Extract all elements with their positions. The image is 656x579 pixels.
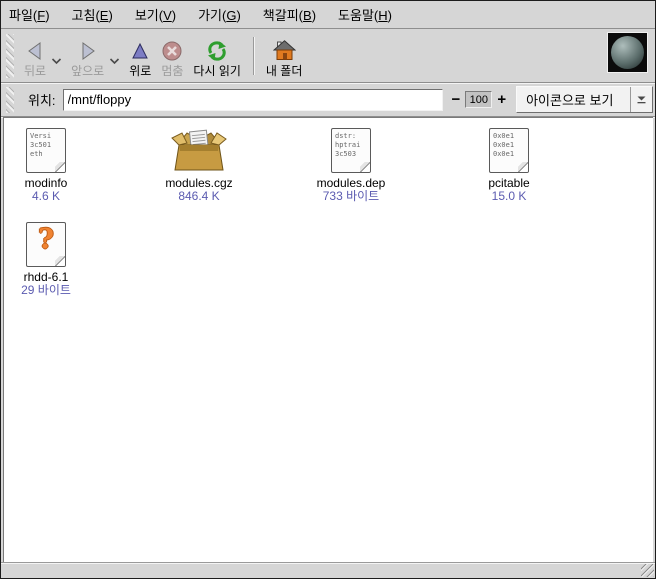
file-size: 846.4 K bbox=[178, 190, 219, 203]
forward-arrow-icon bbox=[78, 38, 98, 64]
up-button[interactable]: 위로 bbox=[124, 32, 156, 80]
file-item-rhdd[interactable]: ? rhdd-6.1 29 바이트 bbox=[3, 220, 111, 297]
forward-button[interactable]: 앞으로 bbox=[66, 32, 109, 80]
file-manager-window: 파일(F) 고침(E) 보기(V) 가기(G) 책갈피(B) 도움말(H) 뒤로 bbox=[0, 0, 656, 579]
menu-edit[interactable]: 고침(E) bbox=[72, 5, 113, 24]
status-bar bbox=[1, 562, 655, 578]
menu-help[interactable]: 도움말(H) bbox=[338, 5, 392, 24]
text-document-icon: Versi3c501eth bbox=[26, 128, 66, 173]
toolbar: 뒤로 앞으로 위로 bbox=[1, 29, 655, 83]
menubar: 파일(F) 고침(E) 보기(V) 가기(G) 책갈피(B) 도움말(H) bbox=[1, 1, 655, 29]
text-document-icon: dstr:hptrai3c503 bbox=[331, 128, 371, 173]
throbber bbox=[607, 32, 648, 73]
stop-icon bbox=[161, 38, 183, 64]
folded-corner bbox=[518, 162, 529, 173]
file-size: 4.6 K bbox=[32, 190, 60, 203]
file-size: 15.0 K bbox=[492, 190, 527, 203]
throbber-sphere-icon bbox=[611, 36, 644, 69]
file-item-modinfo[interactable]: Versi3c501eth modinfo 4.6 K bbox=[3, 126, 111, 203]
menu-file[interactable]: 파일(F) bbox=[9, 5, 50, 24]
location-input[interactable] bbox=[63, 89, 443, 111]
toolbar-drag-handle[interactable] bbox=[6, 34, 14, 78]
package-icon bbox=[170, 128, 228, 173]
location-bar-drag-handle[interactable] bbox=[6, 87, 14, 113]
back-history-chevron-icon[interactable] bbox=[51, 57, 62, 65]
back-button[interactable]: 뒤로 bbox=[19, 32, 51, 80]
file-item-pcitable[interactable]: 0x0e10x0e10x0e1 pcitable 15.0 K bbox=[444, 126, 574, 203]
menu-view[interactable]: 보기(V) bbox=[135, 5, 176, 24]
home-icon bbox=[273, 38, 296, 64]
zoom-out-button[interactable]: − bbox=[452, 93, 461, 107]
zoom-controls: − 100 + bbox=[452, 91, 507, 108]
text-document-icon: 0x0e10x0e10x0e1 bbox=[489, 128, 529, 173]
folded-corner bbox=[55, 256, 66, 267]
unknown-document-icon: ? bbox=[26, 222, 66, 267]
folded-corner bbox=[55, 162, 66, 173]
menu-go[interactable]: 가기(G) bbox=[198, 5, 241, 24]
file-size: 733 바이트 bbox=[323, 190, 379, 203]
home-button[interactable]: 내 폴더 bbox=[261, 32, 307, 80]
stop-button[interactable]: 멈춤 bbox=[156, 32, 188, 80]
location-bar: 위치: − 100 + 아이콘으로 보기 bbox=[1, 83, 655, 117]
file-view[interactable]: Versi3c501eth modinfo 4.6 K bbox=[3, 117, 653, 562]
up-arrow-icon bbox=[130, 38, 150, 64]
folded-corner bbox=[360, 162, 371, 173]
reload-button[interactable]: 다시 읽기 bbox=[188, 32, 246, 80]
chevron-down-icon bbox=[637, 95, 646, 104]
file-item-modules-dep[interactable]: dstr:hptrai3c503 modules.dep 733 바이트 bbox=[286, 126, 416, 203]
view-mode-selected: 아이콘으로 보기 bbox=[517, 90, 630, 109]
forward-history-chevron-icon[interactable] bbox=[109, 57, 120, 65]
file-item-modules-cgz[interactable]: modules.cgz 846.4 K bbox=[134, 126, 264, 203]
question-mark-glyph: ? bbox=[27, 224, 65, 255]
file-size: 29 바이트 bbox=[21, 284, 71, 297]
toolbar-separator bbox=[253, 37, 254, 75]
menu-bookmarks[interactable]: 책갈피(B) bbox=[263, 5, 316, 24]
reload-icon bbox=[205, 38, 229, 64]
back-arrow-icon bbox=[25, 38, 45, 64]
view-mode-dropdown[interactable]: 아이콘으로 보기 bbox=[516, 86, 653, 113]
location-label: 위치: bbox=[28, 90, 56, 109]
zoom-level-indicator: 100 bbox=[465, 91, 492, 108]
resize-grip[interactable] bbox=[641, 564, 654, 577]
view-mode-arrow[interactable] bbox=[630, 87, 652, 112]
zoom-in-button[interactable]: + bbox=[497, 93, 506, 107]
